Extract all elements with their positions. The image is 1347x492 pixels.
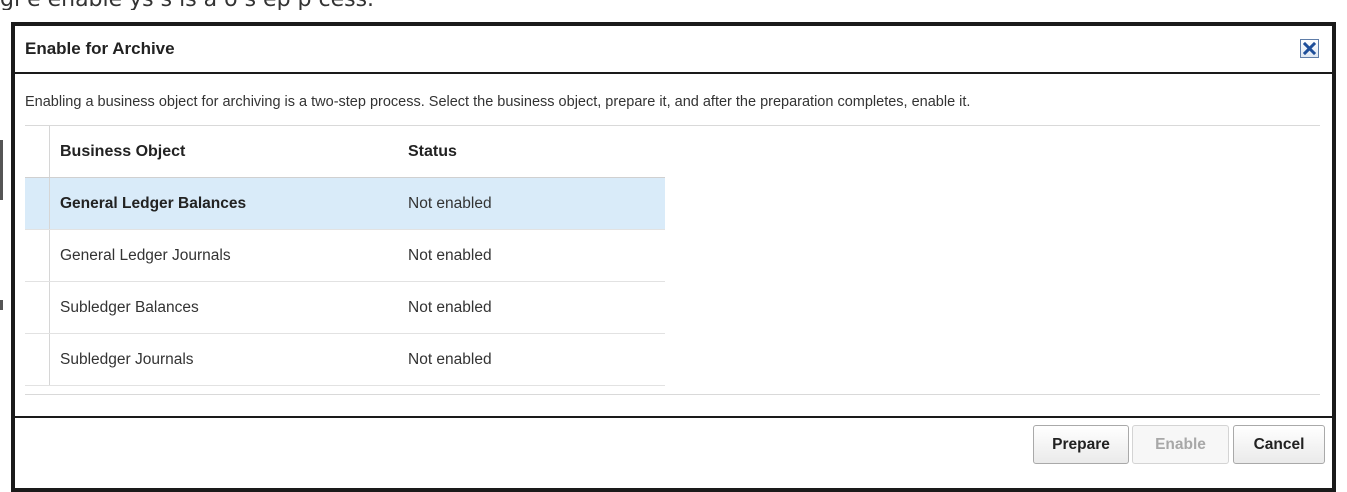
background-edge-mark — [0, 140, 3, 200]
column-header-status[interactable]: Status — [398, 143, 664, 161]
business-object-cell: General Ledger Journals — [60, 246, 231, 264]
status-cell: Not enabled — [408, 246, 492, 264]
background-clipped-text: gi e enable ys s is a o s ep p cess. — [0, 0, 1347, 10]
enable-button[interactable]: Enable — [1132, 425, 1229, 464]
table-header: Business Object Status — [25, 126, 665, 178]
column-header-business-object[interactable]: Business Object — [50, 143, 398, 161]
business-object-cell: Subledger Balances — [60, 298, 199, 316]
enable-for-archive-dialog: Enable for Archive Enabling a business o… — [11, 22, 1336, 492]
status-cell: Not enabled — [408, 194, 492, 212]
row-selector-header — [25, 126, 50, 177]
background-edge-mark — [0, 300, 3, 310]
table-bottom-divider — [25, 394, 1320, 395]
status-cell: Not enabled — [408, 350, 492, 368]
business-object-cell: Subledger Journals — [60, 350, 194, 368]
business-object-table: Business Object Status General Ledger Ba… — [25, 126, 665, 386]
row-selector[interactable] — [25, 282, 50, 333]
instructions-text: Enabling a business object for archiving… — [25, 94, 971, 110]
dialog-titlebar: Enable for Archive — [15, 26, 1332, 74]
table-row[interactable]: General Ledger Balances Not enabled — [25, 178, 665, 230]
cancel-button[interactable]: Cancel — [1233, 425, 1325, 464]
dialog-footer: Prepare Enable Cancel — [15, 416, 1332, 492]
table-row[interactable]: General Ledger Journals Not enabled — [25, 230, 665, 282]
row-selector[interactable] — [25, 334, 50, 385]
dialog-body: Enabling a business object for archiving… — [15, 76, 1332, 416]
dialog-title: Enable for Archive — [25, 39, 175, 58]
table-row[interactable]: Subledger Balances Not enabled — [25, 282, 665, 334]
row-selector[interactable] — [25, 230, 50, 281]
row-selector[interactable] — [25, 178, 50, 229]
table-row[interactable]: Subledger Journals Not enabled — [25, 334, 665, 386]
close-icon — [1303, 42, 1316, 55]
prepare-button[interactable]: Prepare — [1033, 425, 1129, 464]
business-object-cell: General Ledger Balances — [60, 194, 247, 212]
close-button[interactable] — [1300, 39, 1319, 58]
status-cell: Not enabled — [408, 298, 492, 316]
